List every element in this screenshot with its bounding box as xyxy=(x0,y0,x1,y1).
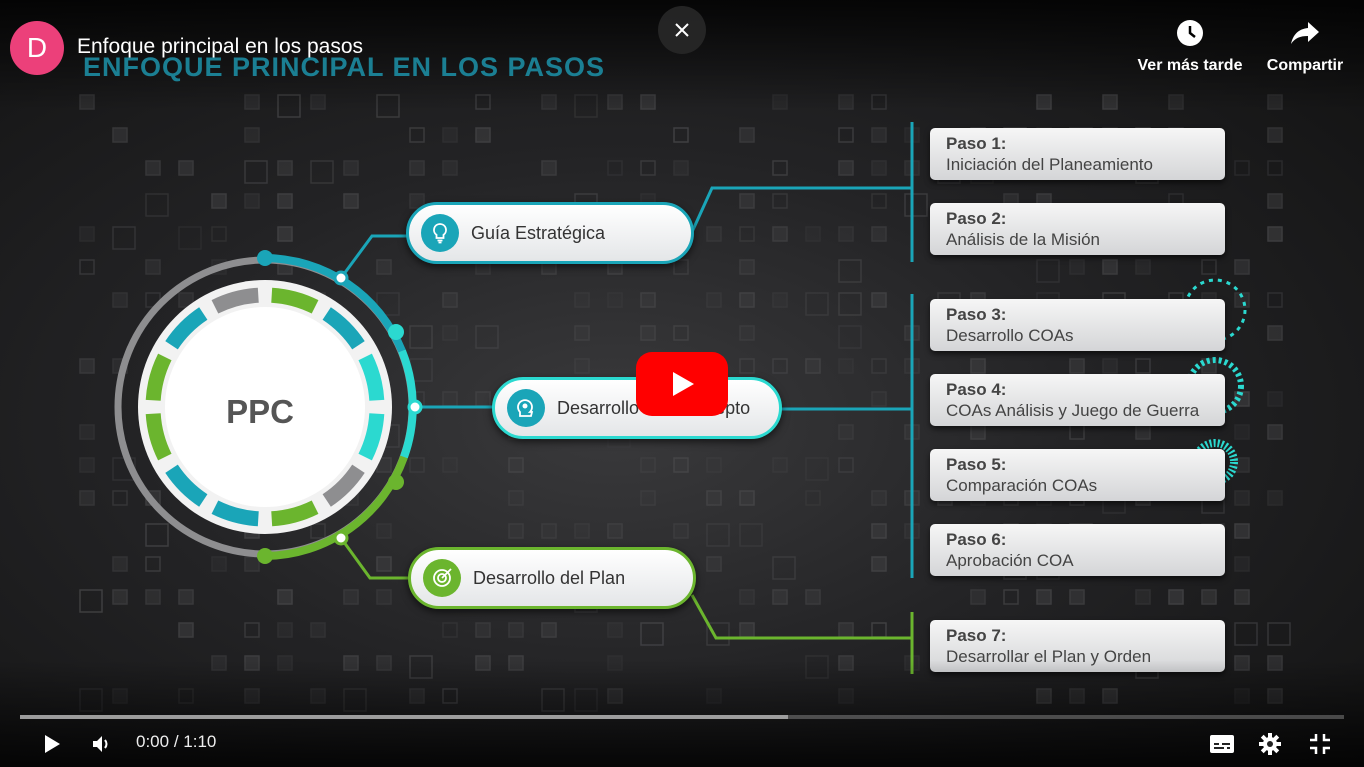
subtitles-icon xyxy=(1210,735,1234,753)
step-1: Paso 1: Iniciación del Planeamiento xyxy=(930,128,1225,180)
share-label: Compartir xyxy=(1266,57,1344,74)
step-name: Análisis de la Misión xyxy=(946,230,1101,249)
watch-later-button[interactable]: Ver más tarde xyxy=(1133,17,1247,75)
step-4: Paso 4: COAs Análisis y Juego de Guerra xyxy=(930,374,1225,426)
branch-guia-estrategica: Guía Estratégica xyxy=(406,202,694,264)
exit-fullscreen-icon xyxy=(1310,734,1330,754)
step-number: Paso 4: xyxy=(946,380,1007,399)
step-5: Paso 5: Comparación COAs xyxy=(930,449,1225,501)
step-number: Paso 7: xyxy=(946,626,1007,645)
step-name: Desarrollo COAs xyxy=(946,326,1074,345)
big-play-button[interactable] xyxy=(636,352,728,416)
step-number: Paso 6: xyxy=(946,530,1007,549)
progress-buffered xyxy=(20,715,788,719)
lightbulb-icon xyxy=(421,214,459,252)
ppc-center-label: PPC xyxy=(226,393,294,430)
gear-icon xyxy=(1259,733,1281,755)
close-button[interactable] xyxy=(658,6,706,54)
time-display: 0:00 / 1:10 xyxy=(136,732,216,752)
video-player[interactable]: PPC Guía Estratégica Desarrollo del Conc… xyxy=(0,0,1364,767)
video-title-link[interactable]: Enfoque principal en los pasos xyxy=(77,35,363,59)
settings-button[interactable] xyxy=(1252,726,1288,762)
branch-label: Guía Estratégica xyxy=(471,222,606,243)
step-3: Paso 3: Desarrollo COAs xyxy=(930,299,1225,351)
step-name: Iniciación del Planeamiento xyxy=(946,155,1153,174)
time-separator: / xyxy=(173,732,179,751)
branch-label: Desarrollo del Plan xyxy=(473,567,626,588)
subtitles-button[interactable] xyxy=(1204,726,1240,762)
step-name: Comparación COAs xyxy=(946,476,1098,495)
clock-icon xyxy=(1174,17,1206,49)
step-number: Paso 1: xyxy=(946,134,1007,153)
time-total: 1:10 xyxy=(183,732,217,751)
target-arrow-icon xyxy=(423,559,461,597)
step-2: Paso 2: Análisis de la Misión xyxy=(930,203,1225,255)
exit-fullscreen-button[interactable] xyxy=(1302,726,1338,762)
volume-icon xyxy=(93,736,108,752)
play-icon xyxy=(673,372,694,396)
step-number: Paso 2: xyxy=(946,209,1007,228)
share-button[interactable]: Compartir xyxy=(1262,17,1348,75)
head-gear-icon xyxy=(507,389,545,427)
channel-avatar[interactable]: D xyxy=(10,21,64,75)
play-button[interactable] xyxy=(34,726,70,762)
step-number: Paso 3: xyxy=(946,305,1007,324)
step-name: COAs Análisis y Juego de Guerra xyxy=(946,401,1200,420)
progress-bar[interactable] xyxy=(20,715,1344,719)
time-current: 0:00 xyxy=(136,732,170,751)
mute-button[interactable] xyxy=(84,726,120,762)
step-name: Aprobación COA xyxy=(946,551,1074,570)
branch-desarrollo-plan: Desarrollo del Plan xyxy=(408,547,696,609)
watch-later-label: Ver más tarde xyxy=(1137,57,1243,74)
play-icon xyxy=(45,735,60,753)
share-arrow-icon xyxy=(1289,17,1321,49)
step-number: Paso 5: xyxy=(946,455,1007,474)
step-6: Paso 6: Aprobación COA xyxy=(930,524,1225,576)
close-icon xyxy=(675,23,689,37)
